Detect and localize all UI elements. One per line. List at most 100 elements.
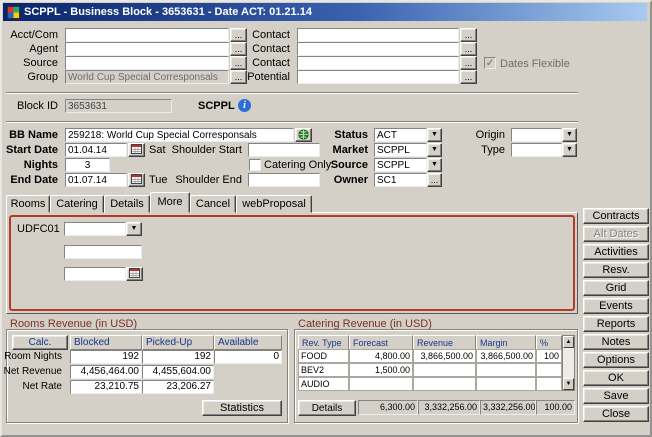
catering-cell-revenue[interactable]: 3,866,500.00 <box>413 349 476 363</box>
net-rate-picked-up-cell[interactable]: 23,206.27 <box>142 380 214 394</box>
udf-field3-input[interactable] <box>64 267 126 281</box>
shoulder-start-input[interactable] <box>248 143 320 157</box>
catering-cell-margin[interactable] <box>476 377 536 391</box>
tab-catering[interactable]: Catering <box>50 195 104 213</box>
udfc01-label: UDFC01 <box>17 222 63 236</box>
calc-button[interactable]: Calc. <box>12 335 68 350</box>
options-button[interactable]: Options <box>583 352 649 368</box>
end-date-calendar-button[interactable] <box>128 173 145 187</box>
contact2-input[interactable] <box>297 42 459 56</box>
calendar-icon <box>131 146 142 156</box>
tab-webproposal[interactable]: webProposal <box>236 195 312 213</box>
net-rate-blocked-cell[interactable]: 23,210.75 <box>70 380 142 394</box>
bb-name-globe-button[interactable] <box>295 128 312 142</box>
owner-label: Owner <box>320 173 372 187</box>
potential-input[interactable] <box>297 70 459 84</box>
activities-button[interactable]: Activities <box>583 244 649 260</box>
column-header-picked-up: Picked-Up <box>142 335 214 350</box>
events-button[interactable]: Events <box>583 298 649 314</box>
udfc01-dropdown-button[interactable]: ▼ <box>126 222 142 236</box>
contact3-input[interactable] <box>297 56 459 70</box>
nights-input[interactable] <box>65 158 110 172</box>
tab-more[interactable]: More <box>150 192 190 213</box>
statistics-button[interactable]: Statistics <box>202 400 282 416</box>
catering-cell-type[interactable]: FOOD <box>298 349 349 363</box>
market-dropdown-button[interactable]: ▼ <box>427 143 442 157</box>
grid-button[interactable]: Grid <box>583 280 649 296</box>
udfc01-input[interactable] <box>64 222 126 236</box>
reports-button[interactable]: Reports <box>583 316 649 332</box>
bb-name-input[interactable] <box>65 128 294 142</box>
catering-cell-type[interactable]: BEV2 <box>298 363 349 377</box>
market-input[interactable] <box>374 143 427 157</box>
catering-only-checkbox[interactable] <box>249 159 261 171</box>
column-header-forecast: Forecast <box>349 335 413 350</box>
contracts-button[interactable]: Contracts <box>583 208 649 224</box>
catering-cell-margin[interactable] <box>476 363 536 377</box>
start-date-calendar-button[interactable] <box>128 143 145 157</box>
resv-button[interactable]: Resv. <box>583 262 649 278</box>
start-date-input[interactable] <box>65 143 127 157</box>
catering-cell-percent[interactable] <box>536 363 562 377</box>
udf-field2-input[interactable] <box>64 245 142 259</box>
room-nights-picked-up-cell[interactable]: 192 <box>142 350 214 364</box>
info-icon[interactable]: i <box>238 99 251 112</box>
room-nights-available-cell: 0 <box>214 350 282 364</box>
column-header-rev-type: Rev. Type <box>298 335 349 350</box>
udf-date-calendar-button[interactable] <box>126 267 143 281</box>
catering-cell-percent[interactable]: 100 <box>536 349 562 363</box>
catering-revenue-title: Catering Revenue (in USD) <box>298 318 432 330</box>
catering-cell-forecast[interactable]: 4,800.00 <box>349 349 413 363</box>
start-date-label: Start Date <box>2 143 62 157</box>
contact3-lookup-button[interactable]: ... <box>460 56 477 70</box>
catering-cell-revenue[interactable] <box>413 377 476 391</box>
separator-line <box>6 121 578 123</box>
source-code-input[interactable] <box>374 158 427 172</box>
group-input <box>65 70 229 84</box>
dropdown-arrow-icon: ▼ <box>131 225 138 232</box>
contact1-lookup-button[interactable]: ... <box>460 28 477 42</box>
room-nights-blocked-cell[interactable]: 192 <box>70 350 142 364</box>
acct-com-label: Acct/Com <box>2 28 62 42</box>
type-dropdown-button[interactable]: ▼ <box>562 143 577 157</box>
agent-input[interactable] <box>65 42 229 56</box>
shoulder-end-input[interactable] <box>248 173 320 187</box>
type-input[interactable] <box>511 143 562 157</box>
scroll-up-icon: ▲ <box>566 339 572 345</box>
acct-com-input[interactable] <box>65 28 229 42</box>
catering-cell-forecast[interactable]: 1,500.00 <box>349 363 413 377</box>
catering-cell-revenue[interactable] <box>413 363 476 377</box>
catering-cell-percent[interactable] <box>536 377 562 391</box>
tab-details[interactable]: Details <box>104 195 150 213</box>
origin-input[interactable] <box>511 128 562 142</box>
status-input[interactable] <box>374 128 427 142</box>
ok-button[interactable]: OK <box>583 370 649 386</box>
tab-cancel[interactable]: Cancel <box>190 195 236 213</box>
check-icon: ✓ <box>486 58 494 69</box>
save-button[interactable]: Save <box>583 388 649 404</box>
catering-grid-scrollbar[interactable]: ▲ ▼ <box>562 335 575 391</box>
column-header-blocked: Blocked <box>70 335 142 350</box>
net-revenue-picked-up-cell[interactable]: 4,455,604.00 <box>142 365 214 379</box>
scroll-up-button[interactable]: ▲ <box>563 336 574 348</box>
potential-lookup-button[interactable]: ... <box>460 70 477 84</box>
notes-button[interactable]: Notes <box>583 334 649 350</box>
status-dropdown-button[interactable]: ▼ <box>427 128 442 142</box>
contact1-input[interactable] <box>297 28 459 42</box>
end-date-input[interactable] <box>65 173 127 187</box>
net-revenue-blocked-cell[interactable]: 4,456,464.00 <box>70 365 142 379</box>
owner-input[interactable] <box>374 173 427 187</box>
catering-cell-margin[interactable]: 3,866,500.00 <box>476 349 536 363</box>
rooms-revenue-title: Rooms Revenue (in USD) <box>10 318 137 330</box>
catering-cell-type[interactable]: AUDIO <box>298 377 349 391</box>
details-button[interactable]: Details <box>298 400 356 416</box>
source-account-input[interactable] <box>65 56 229 70</box>
contact2-lookup-button[interactable]: ... <box>460 42 477 56</box>
scroll-down-button[interactable]: ▼ <box>563 378 574 390</box>
source-dropdown-button[interactable]: ▼ <box>427 158 442 172</box>
tab-rooms[interactable]: Rooms <box>6 195 50 213</box>
origin-dropdown-button[interactable]: ▼ <box>562 128 577 142</box>
owner-lookup-button[interactable]: ... <box>427 173 442 187</box>
close-button[interactable]: Close <box>583 406 649 422</box>
catering-cell-forecast[interactable] <box>349 377 413 391</box>
